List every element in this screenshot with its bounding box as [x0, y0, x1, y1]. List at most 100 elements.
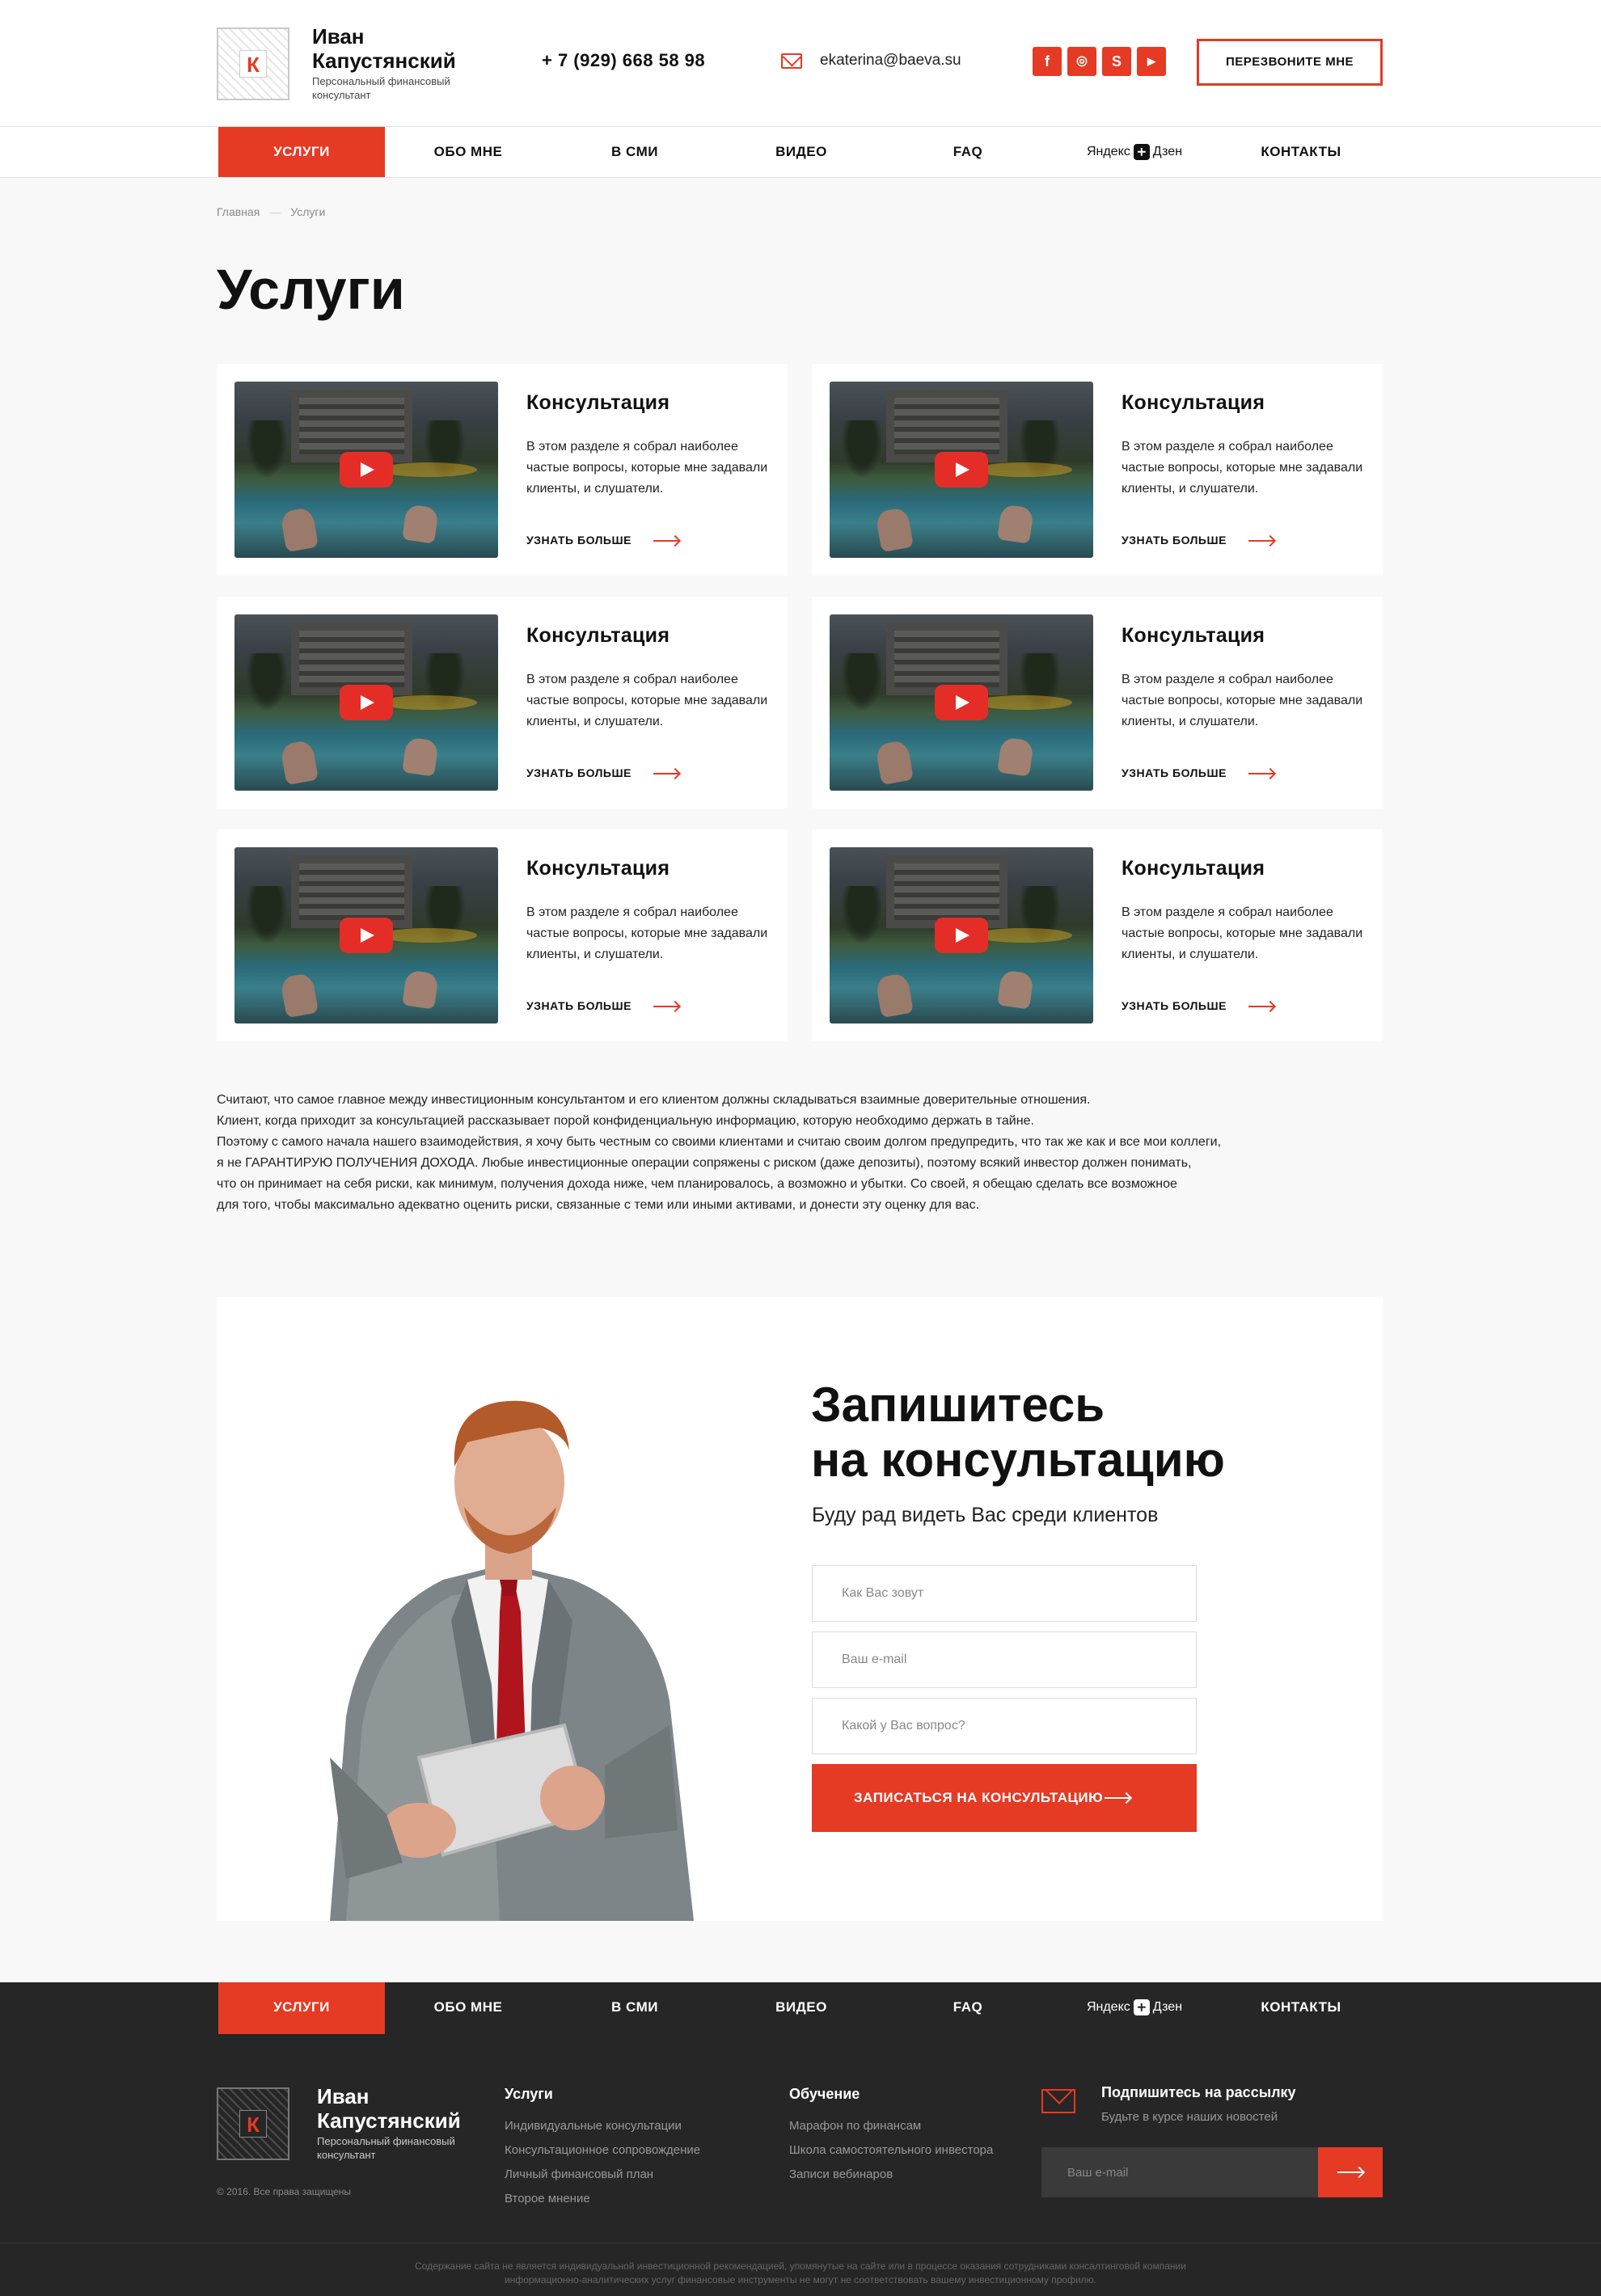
learn-more-link[interactable]: УЗНАТЬ БОЛЬШЕ	[526, 766, 632, 779]
thumbnail-foot	[279, 972, 319, 1019]
play-icon[interactable]	[935, 918, 988, 953]
thumbnail-palm	[838, 653, 886, 718]
zen-right-label: Дзен	[1152, 2000, 1183, 2014]
thumbnail-umbrella	[975, 462, 1072, 477]
service-card: Консультация В этом разделе я собрал наиб…	[812, 829, 1383, 1041]
video-thumbnail[interactable]	[234, 847, 498, 1023]
thumbnail-palm	[243, 653, 291, 718]
callback-button[interactable]: ПЕРЕЗВОНИТЕ МНЕ	[1197, 39, 1383, 86]
nav-item-faq[interactable]: FAQ	[885, 1982, 1051, 2034]
zen-logo-icon	[1133, 1998, 1150, 2015]
card-title[interactable]: Консультация	[1122, 624, 1265, 648]
email-field[interactable]	[812, 1631, 1197, 1688]
subscribe-email-input[interactable]	[1041, 2147, 1318, 2197]
thumbnail-foot	[874, 972, 915, 1019]
footer-education-title: Обучение	[789, 2086, 860, 2102]
paragraph-line: я не ГАРАНТИРУЮ ПОЛУЧЕНИЯ ДОХОДА. Любые …	[217, 1156, 1192, 1170]
nav-item-yandex-zen[interactable]: Яндекс Дзен	[1051, 127, 1218, 177]
learn-more-link[interactable]: УЗНАТЬ БОЛЬШЕ	[526, 534, 632, 547]
nav-item-about[interactable]: ОБО МНЕ	[385, 127, 551, 177]
nav-item-contacts[interactable]: КОНТАКТЫ	[1218, 127, 1384, 177]
thumbnail-palm	[838, 886, 886, 951]
paragraph-line: для того, чтобы максимально адекватно оц…	[217, 1198, 980, 1212]
paragraph-line: Считают, что самое главное между инвести…	[217, 1093, 1091, 1107]
nav-item-services[interactable]: УСЛУГИ	[218, 1982, 385, 2034]
facebook-icon[interactable]: f	[1033, 47, 1062, 76]
youtube-icon[interactable]: ▶	[1137, 47, 1166, 76]
card-title[interactable]: Консультация	[1122, 857, 1265, 880]
learn-more-link[interactable]: УЗНАТЬ БОЛЬШЕ	[1122, 534, 1227, 547]
zen-left-label: Яндекс	[1086, 145, 1130, 158]
breadcrumb: Главная — Услуги	[217, 205, 325, 218]
learn-more-link[interactable]: УЗНАТЬ БОЛЬШЕ	[526, 999, 632, 1012]
footer-link[interactable]: Школа самостоятельного инвестора	[789, 2138, 993, 2163]
nav-item-yandex-zen[interactable]: Яндекс Дзен	[1051, 1982, 1218, 2034]
paragraph-line: Клиент, когда приходит за консультацией …	[217, 1114, 1034, 1128]
nav-item-faq[interactable]: FAQ	[885, 127, 1051, 177]
thumbnail-umbrella	[380, 928, 477, 943]
thumbnail-palm	[243, 886, 291, 951]
question-field[interactable]	[812, 1698, 1197, 1754]
nav-item-contacts[interactable]: КОНТАКТЫ	[1218, 1982, 1384, 2034]
arrow-right-icon	[653, 1006, 679, 1007]
footer-link[interactable]: Марафон по финансам	[789, 2114, 993, 2138]
service-card: Консультация В этом разделе я собрал наиб…	[217, 829, 788, 1041]
play-icon[interactable]	[935, 685, 988, 720]
mail-icon	[781, 53, 802, 69]
breadcrumb-home[interactable]: Главная	[217, 205, 260, 218]
breadcrumb-separator: —	[269, 205, 281, 218]
video-thumbnail[interactable]	[830, 382, 1093, 558]
card-title[interactable]: Консультация	[1122, 391, 1265, 415]
footer-services-column: Услуги Индивидуальные консультации Консу…	[505, 2086, 700, 2211]
play-icon[interactable]	[935, 452, 988, 487]
nav-item-video[interactable]: ВИДЕО	[718, 1982, 885, 2034]
footer-link[interactable]: Записи вебинаров	[789, 2163, 993, 2187]
thumbnail-umbrella	[380, 695, 477, 710]
play-icon[interactable]	[340, 452, 393, 487]
subscribe-text: Будьте в курсе наших новостей	[1101, 2110, 1278, 2124]
footer-link[interactable]: Личный финансовый план	[505, 2163, 700, 2187]
logo-emblem[interactable]: К	[217, 27, 289, 100]
video-thumbnail[interactable]	[234, 382, 498, 558]
signup-consultation-button[interactable]: ЗАПИСАТЬСЯ НА КОНСУЛЬТАЦИЮ	[812, 1764, 1197, 1832]
card-text: В этом разделе я собрал наиболее частые …	[1122, 440, 1363, 496]
learn-more-link[interactable]: УЗНАТЬ БОЛЬШЕ	[1122, 999, 1227, 1012]
video-thumbnail[interactable]	[234, 614, 498, 791]
nav-item-media[interactable]: В СМИ	[551, 1982, 718, 2034]
subscribe-button[interactable]	[1318, 2147, 1383, 2197]
name-field[interactable]	[812, 1565, 1197, 1622]
instagram-icon[interactable]: ◎	[1067, 47, 1096, 76]
phone-link[interactable]: + 7 (929) 668 58 98	[542, 50, 705, 71]
card-title[interactable]: Консультация	[526, 391, 670, 415]
footer-logo-emblem[interactable]: К	[217, 2087, 289, 2160]
consultant-photo	[330, 1400, 694, 1921]
footer-link[interactable]: Второе мнение	[505, 2187, 700, 2211]
footer-link[interactable]: Индивидуальные консультации	[505, 2114, 700, 2138]
play-icon[interactable]	[340, 685, 393, 720]
footer-logo-letter: К	[239, 2110, 267, 2138]
thumbnail-foot	[874, 506, 915, 553]
nav-item-services[interactable]: УСЛУГИ	[218, 127, 385, 177]
thumbnail-foot	[402, 736, 439, 777]
zen-right-label: Дзен	[1152, 145, 1183, 158]
thumbnail-foot	[279, 506, 319, 553]
thumbnail-palm	[838, 420, 886, 485]
video-thumbnail[interactable]	[830, 614, 1093, 791]
video-thumbnail[interactable]	[830, 847, 1093, 1023]
footer-link[interactable]: Консультационное сопровождение	[505, 2138, 700, 2163]
arrow-right-icon	[1248, 773, 1274, 774]
thumbnail-foot	[402, 969, 439, 1010]
card-text: В этом разделе я собрал наиболее частые …	[1122, 673, 1363, 728]
nav-item-media[interactable]: В СМИ	[551, 127, 718, 177]
cta-title-line: на консультацию	[811, 1433, 1225, 1487]
nav-item-video[interactable]: ВИДЕО	[718, 127, 885, 177]
nav-item-about[interactable]: ОБО МНЕ	[385, 1982, 551, 2034]
card-title[interactable]: Консультация	[526, 857, 670, 880]
email-link[interactable]: ekaterina@baeva.su	[820, 52, 961, 70]
card-title[interactable]: Консультация	[526, 624, 670, 648]
subscribe-title: Подпишитесь на рассылку	[1101, 2084, 1296, 2100]
skype-icon[interactable]: S	[1102, 47, 1131, 76]
play-icon[interactable]	[340, 918, 393, 953]
learn-more-link[interactable]: УЗНАТЬ БОЛЬШЕ	[1122, 766, 1227, 779]
logo-name[interactable]: Иван Капустянский	[312, 24, 490, 73]
